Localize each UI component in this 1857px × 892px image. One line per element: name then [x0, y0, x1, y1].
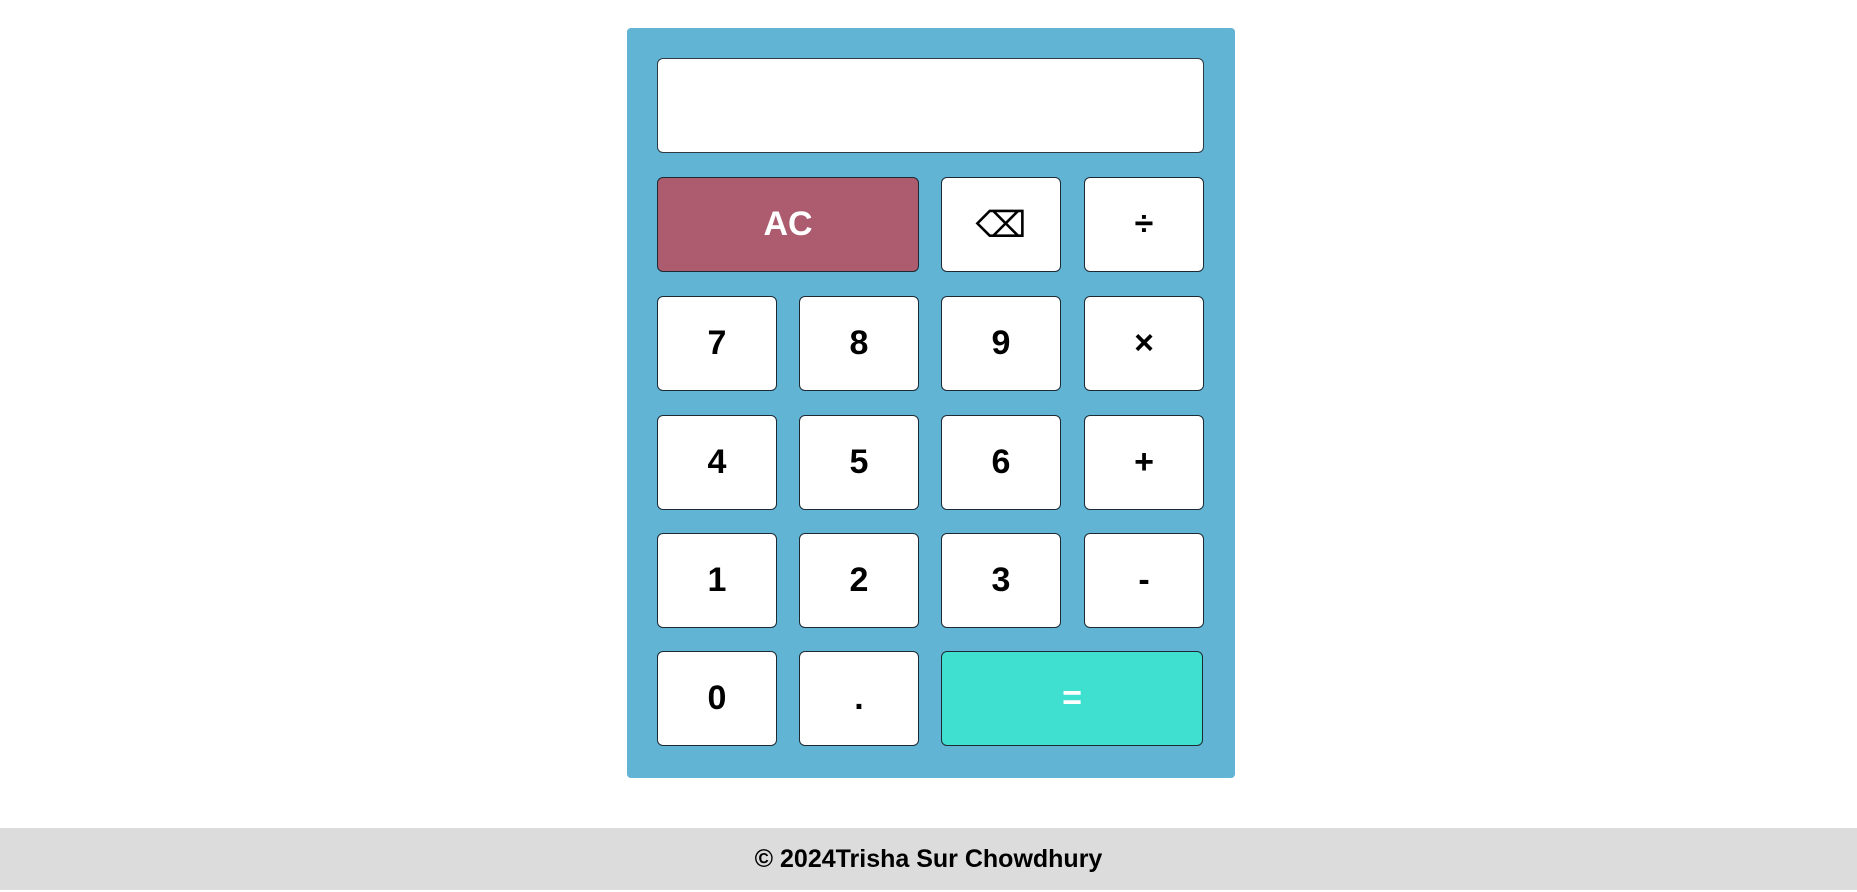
digit-1-button[interactable]: 1: [657, 533, 777, 628]
digit-8-button[interactable]: 8: [799, 296, 919, 391]
multiply-button[interactable]: ×: [1084, 296, 1204, 391]
clear-button[interactable]: AC: [657, 177, 919, 272]
digit-3-button[interactable]: 3: [941, 533, 1061, 628]
calculator: AC ⌫ ÷ 7 8 9 × 4 5 6 + 1 2 3 - 0 . =: [627, 28, 1235, 778]
digit-5-button[interactable]: 5: [799, 415, 919, 510]
copyright-text: © 2024Trisha Sur Chowdhury: [754, 844, 1103, 873]
backspace-button[interactable]: ⌫: [941, 177, 1061, 272]
plus-button[interactable]: +: [1084, 415, 1204, 510]
minus-button[interactable]: -: [1084, 533, 1204, 628]
digit-0-button[interactable]: 0: [657, 651, 777, 746]
divide-button[interactable]: ÷: [1084, 177, 1204, 272]
page: AC ⌫ ÷ 7 8 9 × 4 5 6 + 1 2 3 - 0 . = © 2…: [0, 0, 1857, 892]
digit-2-button[interactable]: 2: [799, 533, 919, 628]
digit-9-button[interactable]: 9: [941, 296, 1061, 391]
equals-button[interactable]: =: [941, 651, 1203, 746]
display-input[interactable]: [657, 58, 1204, 153]
digit-4-button[interactable]: 4: [657, 415, 777, 510]
digit-6-button[interactable]: 6: [941, 415, 1061, 510]
footer: © 2024Trisha Sur Chowdhury: [0, 828, 1857, 890]
digit-7-button[interactable]: 7: [657, 296, 777, 391]
decimal-point-button[interactable]: .: [799, 651, 919, 746]
